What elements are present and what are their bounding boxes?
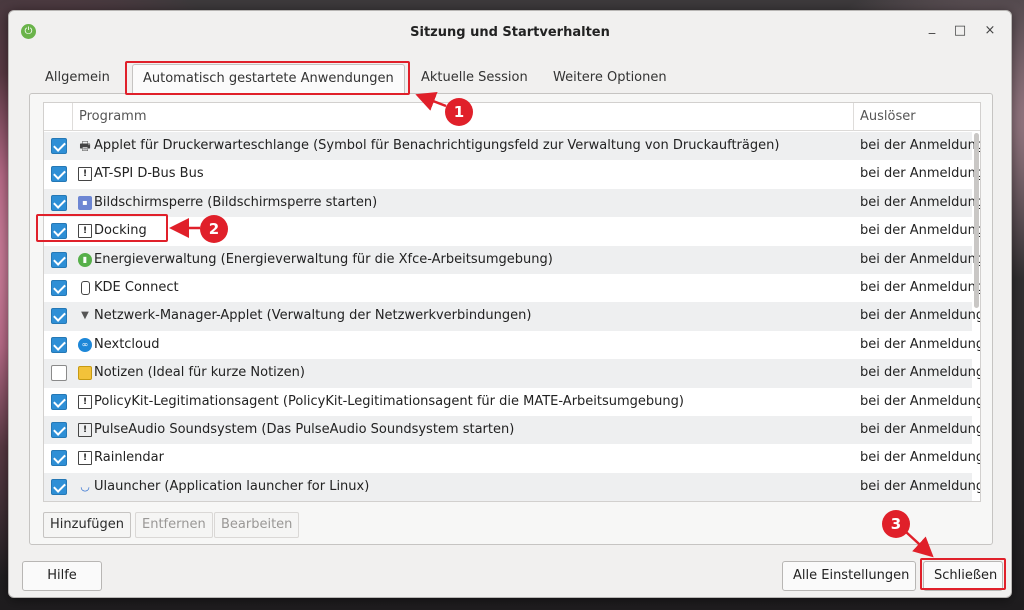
annotation-badge-2: 2 — [200, 215, 228, 243]
annotation-arrows — [169, 92, 934, 558]
annotation-badge-1: 1 — [445, 98, 473, 126]
annotation-badge-3: 3 — [882, 510, 910, 538]
